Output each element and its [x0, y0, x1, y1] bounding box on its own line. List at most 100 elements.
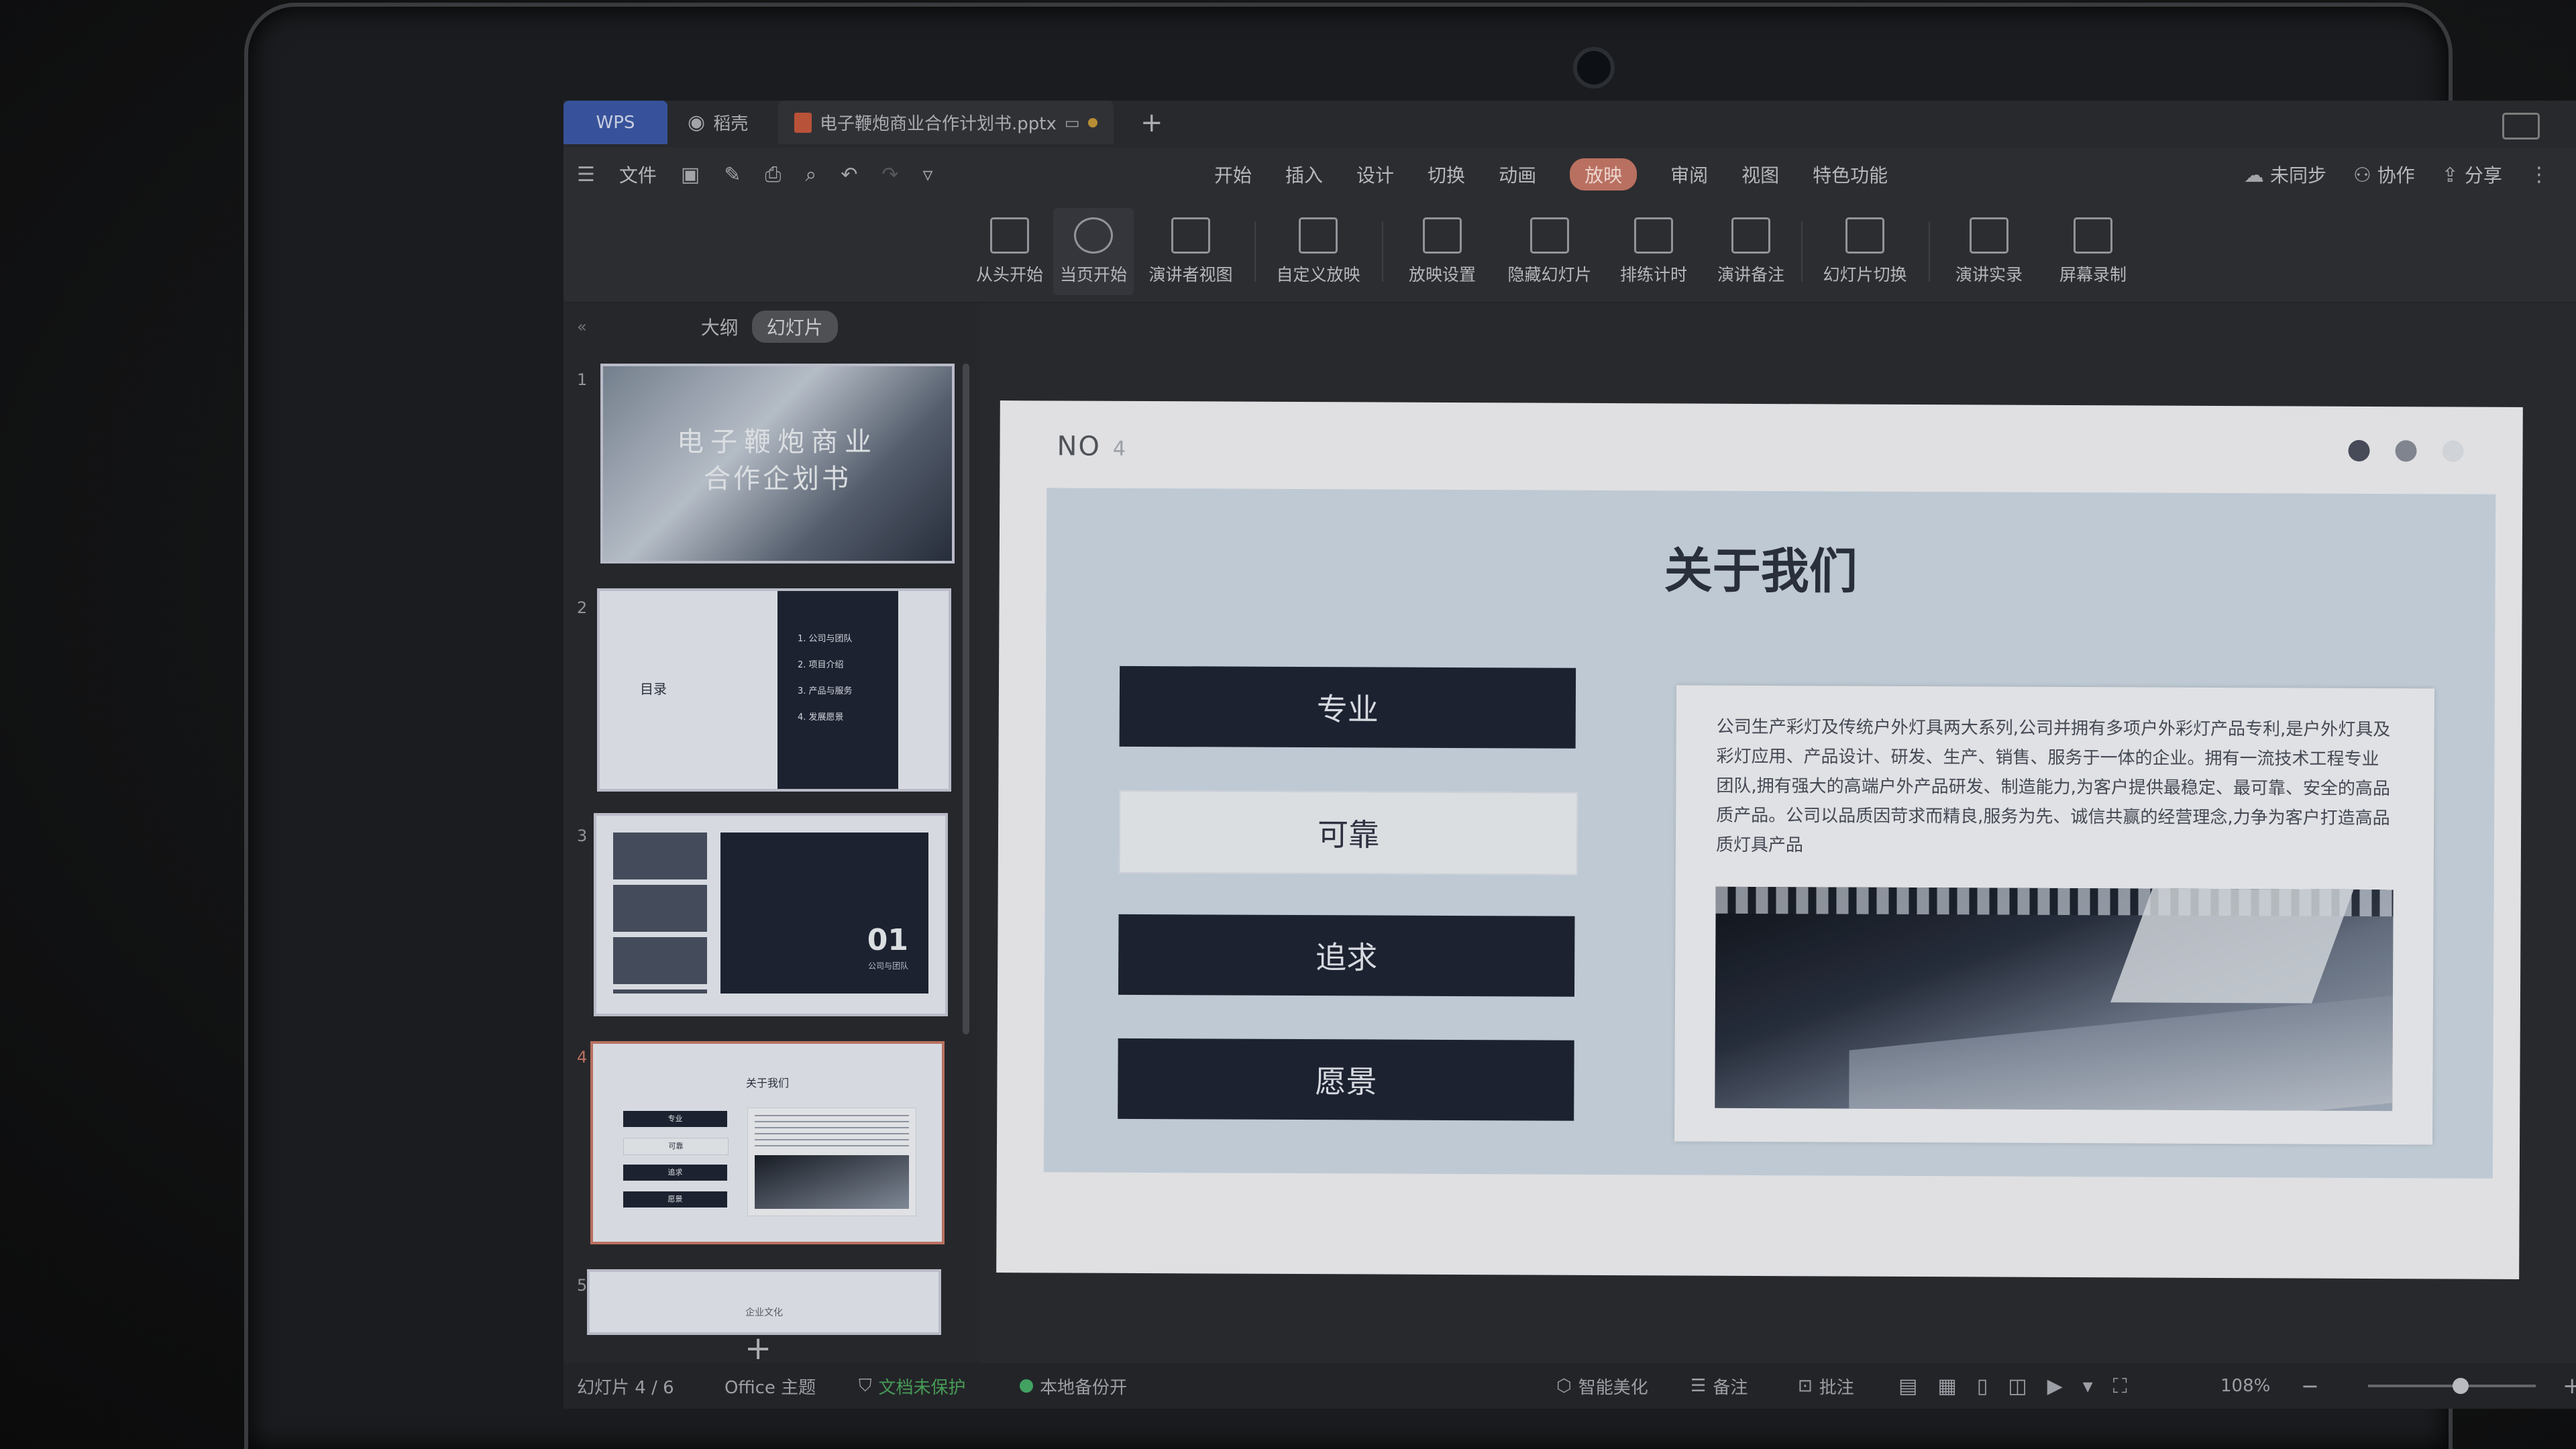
tab-home[interactable]: 开始 — [1214, 161, 1252, 188]
beautify-icon: ⬡ — [1556, 1376, 1572, 1396]
share-button[interactable]: ⇪ 分享 — [2442, 161, 2502, 188]
save-icon[interactable]: ▣ — [681, 163, 700, 186]
wps-home-tab[interactable]: WPS — [564, 101, 667, 144]
tab-transitions[interactable]: 切换 — [1428, 161, 1465, 188]
play-current-label: 当页开始 — [1059, 265, 1127, 284]
file-menu[interactable]: 文件 — [619, 161, 657, 188]
slideshow-settings-button[interactable]: 放映设置 — [1395, 208, 1489, 295]
tab-animations[interactable]: 动画 — [1499, 161, 1536, 188]
document-protection[interactable]: ⛉ 文档未保护 — [859, 1363, 966, 1409]
thumb4-photo — [755, 1155, 909, 1209]
redo-icon[interactable]: ↷ — [881, 163, 898, 186]
tab-slideshow[interactable]: 放映 — [1570, 158, 1638, 191]
monitor-icon[interactable]: ▭ — [1065, 113, 1080, 132]
sync-status[interactable]: ☁ 未同步 — [2244, 161, 2326, 188]
notes-icon: ☰ — [1690, 1376, 1707, 1396]
current-slide[interactable]: NO 4 关于我们 专业 可靠 追求 愿景 公司生产彩灯及传统户外灯具两大系列,公… — [996, 400, 2523, 1279]
tab-review[interactable]: 审阅 — [1670, 161, 1708, 188]
undo-icon[interactable]: ↶ — [841, 163, 857, 186]
zoom-out-icon[interactable]: − — [2301, 1363, 2319, 1409]
more-options-icon[interactable]: ⋮ — [2529, 163, 2549, 186]
ribbon-divider — [1254, 221, 1256, 282]
hamburger-menu-icon[interactable]: ☰ — [577, 163, 595, 186]
new-tab-button[interactable]: + — [1140, 101, 1163, 144]
play-icon[interactable]: ▶ — [2047, 1375, 2063, 1398]
webcam — [1573, 47, 1615, 89]
presenter-view-label: 演讲者视图 — [1148, 265, 1233, 284]
slide-count: 幻灯片 4 / 6 — [577, 1377, 674, 1398]
slide-sorter-icon[interactable]: ▦ — [1937, 1375, 1956, 1398]
zoom-level[interactable]: 108% — [2220, 1363, 2270, 1409]
fit-window-icon[interactable]: ⛶ — [2113, 1375, 2127, 1398]
thumb2-label: 目录 — [640, 681, 667, 697]
collapse-panel-icon[interactable]: « — [577, 317, 587, 336]
document-tab[interactable]: 电子鞭炮商业合作计划书.pptx ▭ — [778, 101, 1114, 144]
play-from-start-button[interactable]: 从头开始 — [973, 208, 1046, 295]
speaker-notes-button[interactable]: 演讲备注 — [1711, 208, 1791, 295]
presenter-view-button[interactable]: 演讲者视图 — [1140, 208, 1241, 295]
screen-record-button[interactable]: 屏幕录制 — [2049, 208, 2137, 295]
tab-design[interactable]: 设计 — [1356, 161, 1394, 188]
desk-photo[interactable] — [1715, 886, 2394, 1112]
custom-show-icon — [1299, 217, 1338, 254]
presenter-icon[interactable]: ◫ — [2008, 1375, 2027, 1398]
slide-thumbnail-5[interactable]: 企业文化 — [587, 1269, 941, 1335]
collaborate-button[interactable]: ⚇ 协作 — [2353, 161, 2415, 188]
reading-view-icon[interactable]: ▯ — [1977, 1375, 1988, 1398]
slide-no-label: NO 4 — [1057, 431, 1128, 462]
comments-button[interactable]: ⊡ 批注 — [1798, 1363, 1854, 1409]
custom-show-button[interactable]: 自定义放映 — [1268, 208, 1368, 295]
hide-slide-button[interactable]: 隐藏幻灯片 — [1503, 208, 1597, 295]
panel-scrollbar[interactable] — [963, 364, 969, 1034]
outline-tab[interactable]: 大纲 — [701, 313, 739, 340]
about-text-box[interactable]: 公司生产彩灯及传统户外灯具两大系列,公司并拥有多项户外彩灯产品专利,是户外灯具及… — [1674, 685, 2434, 1145]
thumb3-photos — [613, 833, 707, 994]
cloud-icon: ☁ — [2244, 164, 2265, 187]
slide-thumbnail-2[interactable]: 目录 1. 公司与团队 2. 项目介绍 3. 产品与服务 4. 发展愿景 — [597, 588, 951, 792]
record-presentation-label: 演讲实录 — [1955, 265, 2023, 284]
keyword-box-reliable[interactable]: 可靠 — [1118, 790, 1578, 875]
thumb4-button: 可靠 — [623, 1138, 729, 1155]
slide-thumbnail-4[interactable]: 关于我们 专业 可靠 追求 愿景 — [590, 1041, 945, 1244]
notes-button[interactable]: ☰ 备注 — [1690, 1363, 1748, 1409]
play-dropdown-icon[interactable]: ▾ — [2083, 1375, 2093, 1398]
docer-tab[interactable]: ◉ 稻壳 — [688, 101, 748, 144]
tab-view[interactable]: 视图 — [1741, 161, 1779, 188]
rehearse-timings-button[interactable]: 排练计时 — [1610, 208, 1697, 295]
slide-transition-label: 幻灯片切换 — [1823, 265, 1907, 284]
monitor-graphic — [2110, 888, 2354, 1004]
backup-label: 本地备份开 — [1040, 1377, 1128, 1398]
slideshow-ribbon: 从头开始 当页开始 演讲者视图 自定义放映 放映设置 隐藏幻灯片 排练计时 演讲… — [564, 201, 2576, 303]
zoom-slider-handle[interactable] — [2452, 1378, 2469, 1394]
tab-insert[interactable]: 插入 — [1285, 161, 1323, 188]
keyword-box-pursuit[interactable]: 追求 — [1118, 914, 1575, 997]
speaker-notes-label: 演讲备注 — [1717, 265, 1784, 284]
print-icon[interactable]: ⎙ — [765, 163, 781, 186]
keyword-box-professional[interactable]: 专业 — [1119, 665, 1576, 749]
play-current-button[interactable]: 当页开始 — [1053, 208, 1134, 295]
zoom-in-icon[interactable]: + — [2563, 1363, 2576, 1409]
slide-transition-button[interactable]: 幻灯片切换 — [1815, 208, 1915, 295]
add-slide-button[interactable]: + — [745, 1330, 771, 1367]
theme-name[interactable]: Office 主题 — [724, 1363, 816, 1409]
format-painter-icon[interactable]: ✎ — [724, 163, 741, 186]
slide-thumbnail-3[interactable]: 01 公司与团队 — [594, 813, 948, 1016]
video-camera-icon — [1970, 217, 2008, 254]
window-layout-icon[interactable] — [2502, 113, 2540, 140]
smart-beautify-button[interactable]: ⬡ 智能美化 — [1556, 1363, 1648, 1409]
local-backup[interactable]: 本地备份开 — [1020, 1363, 1127, 1409]
screen-record-icon — [2074, 217, 2112, 254]
print-preview-icon[interactable]: ⌕ — [805, 163, 816, 186]
company-description[interactable]: 公司生产彩灯及传统户外灯具两大系列,公司并拥有多项户外彩灯产品专利,是户外灯具及… — [1716, 712, 2394, 863]
backup-status-icon — [1020, 1379, 1033, 1393]
tab-special-features[interactable]: 特色功能 — [1813, 161, 1888, 188]
slide-title[interactable]: 关于我们 — [1000, 528, 2522, 605]
normal-view-icon[interactable]: ▤ — [1898, 1375, 1917, 1398]
record-presentation-button[interactable]: 演讲实录 — [1942, 208, 2036, 295]
keyword-box-vision[interactable]: 愿景 — [1118, 1038, 1574, 1121]
thumb4-textbox — [747, 1108, 916, 1216]
slide-thumbnail-1[interactable]: 电子鞭炮商业 合作企划书 — [600, 364, 955, 564]
slides-tab[interactable]: 幻灯片 — [751, 311, 838, 343]
customize-toolbar-icon[interactable]: ▿ — [923, 163, 933, 186]
toc-item: 4. 发展愿景 — [798, 712, 844, 722]
